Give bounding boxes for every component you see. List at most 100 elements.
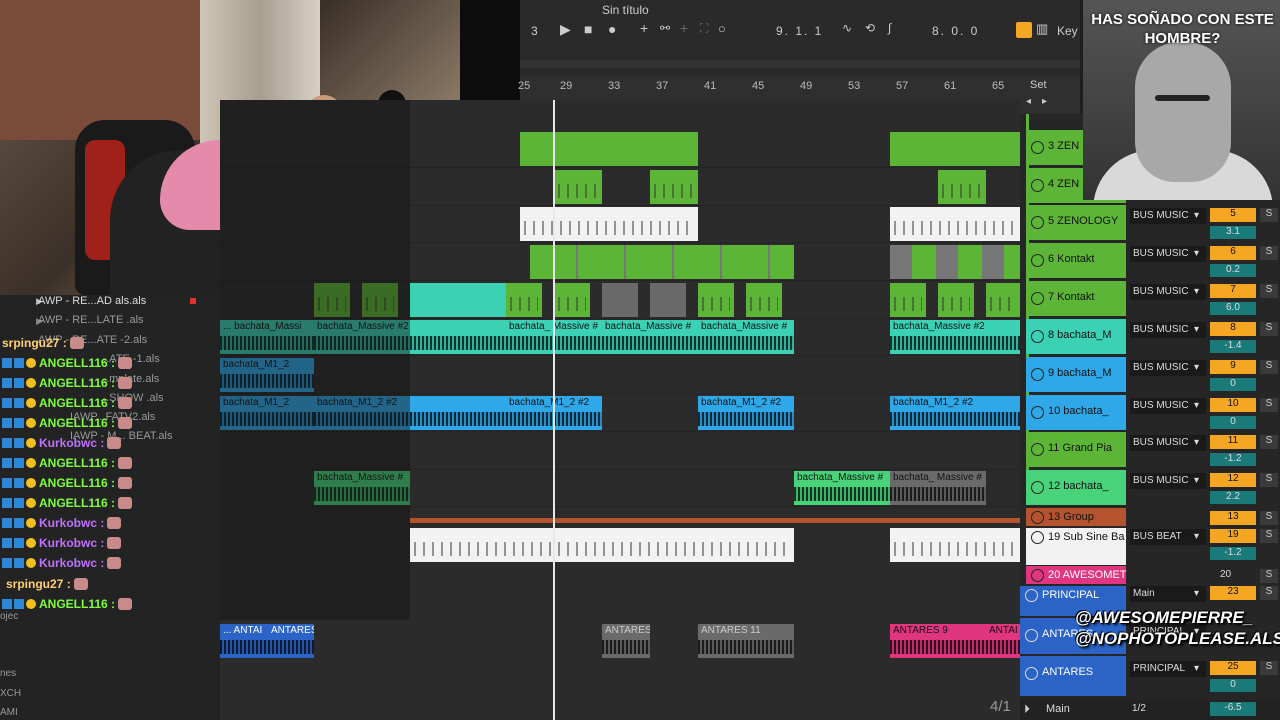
track-number[interactable]: 13 <box>1210 511 1256 525</box>
solo-button[interactable]: S <box>1260 511 1278 525</box>
solo-button[interactable]: S <box>1260 208 1278 222</box>
track-header[interactable]: 5 ZENOLOGY <box>1026 205 1126 240</box>
audio-clip[interactable]: ANTARES <box>268 624 314 658</box>
output-select[interactable]: BUS MUSIC ▾ <box>1130 322 1206 338</box>
solo-button[interactable]: S <box>1260 661 1278 675</box>
track-volume[interactable]: -1.2 <box>1210 547 1256 560</box>
track-volume[interactable]: 2.2 <box>1210 491 1256 504</box>
track-header[interactable]: 9 bachata_M <box>1026 357 1126 392</box>
solo-button[interactable]: S <box>1260 473 1278 487</box>
midi-clip[interactable] <box>890 132 1020 166</box>
key-button[interactable]: Key <box>1057 24 1078 38</box>
midi-clip[interactable] <box>520 132 698 166</box>
track-number[interactable]: 7 <box>1210 284 1256 298</box>
track-header[interactable]: 19 Sub Sine Ba <box>1026 528 1126 565</box>
midi-clip[interactable] <box>938 283 974 317</box>
resize-icon[interactable]: ⛶ <box>700 21 708 36</box>
file-item[interactable]: AWP - RE...LATE .als <box>38 314 144 326</box>
solo-button[interactable]: S <box>1260 322 1278 336</box>
output-select[interactable]: BUS MUSIC ▾ <box>1130 360 1206 376</box>
stop-icon[interactable]: ■ <box>584 21 592 37</box>
track-number[interactable]: 12 <box>1210 473 1256 487</box>
midi-clip[interactable] <box>520 207 698 241</box>
solo-button[interactable]: S <box>1260 284 1278 298</box>
midi-clip[interactable] <box>650 283 686 317</box>
track-header[interactable]: 7 Kontakt <box>1026 281 1126 316</box>
plus-disabled-icon[interactable]: + <box>680 20 688 36</box>
loop-icon[interactable]: ⟲ <box>865 21 875 35</box>
midi-clip[interactable] <box>890 207 1020 241</box>
solo-button[interactable]: S <box>1260 529 1278 543</box>
track-volume[interactable]: 0 <box>1210 416 1256 429</box>
track-volume[interactable]: 6.0 <box>1210 302 1256 315</box>
output-select[interactable]: BUS MUSIC ▾ <box>1130 398 1206 414</box>
midi-clip[interactable] <box>890 245 1020 279</box>
midi-clip[interactable] <box>890 283 926 317</box>
track-volume[interactable]: 0 <box>1210 679 1256 692</box>
track-number[interactable]: 19 <box>1210 529 1256 543</box>
audio-clip[interactable]: bachata_Massive # <box>698 320 794 354</box>
track-number[interactable]: 11 <box>1210 435 1256 449</box>
track-number[interactable]: 23 <box>1210 586 1256 600</box>
output-select[interactable]: BUS MUSIC ▾ <box>1130 246 1206 262</box>
solo-button[interactable]: S <box>1260 435 1278 449</box>
track-number[interactable]: 25 <box>1210 661 1256 675</box>
group-clip[interactable] <box>410 518 1020 523</box>
nav-right-icon[interactable]: ▸ <box>1042 96 1047 107</box>
track-number[interactable]: 20 <box>1220 569 1231 580</box>
track-number[interactable]: 9 <box>1210 360 1256 374</box>
track-header[interactable]: 12 bachata_ <box>1026 470 1126 505</box>
midi-clip[interactable] <box>458 283 506 317</box>
track-header[interactable]: 20 AWESOMET <box>1026 566 1126 584</box>
audio-clip[interactable]: bachata_Massive # <box>602 320 698 354</box>
midi-clip[interactable] <box>746 283 782 317</box>
solo-button[interactable]: S <box>1260 246 1278 260</box>
midi-clip[interactable] <box>986 283 1020 317</box>
audio-clip[interactable]: bachata_ Massive # <box>890 471 986 505</box>
output-select[interactable]: BUS MUSIC ▾ <box>1130 284 1206 300</box>
midi-clip[interactable] <box>530 245 794 279</box>
output-select[interactable]: BUS MUSIC ▾ <box>1130 435 1206 451</box>
track-number[interactable]: 8 <box>1210 322 1256 336</box>
midi-clip[interactable] <box>890 528 1020 562</box>
pencil-icon[interactable] <box>1016 22 1032 38</box>
master-ratio[interactable]: 1/2 <box>1132 703 1146 714</box>
track-volume[interactable]: 0 <box>1210 378 1256 391</box>
track-number[interactable]: 5 <box>1210 208 1256 222</box>
audio-clip[interactable]: ANTARES <box>602 624 650 658</box>
midi-clip[interactable] <box>554 283 590 317</box>
midi-clip[interactable] <box>506 283 542 317</box>
audio-clip[interactable]: ... ANTAI <box>220 624 268 658</box>
master-volume[interactable]: -6.5 <box>1210 702 1256 716</box>
midi-clip[interactable] <box>602 283 638 317</box>
record-icon[interactable]: ● <box>608 21 616 37</box>
output-select[interactable]: BUS MUSIC ▾ <box>1130 208 1206 224</box>
add-icon[interactable]: + <box>640 20 648 36</box>
track-header[interactable]: 10 bachata_ <box>1026 395 1126 430</box>
midi-clip[interactable] <box>698 283 734 317</box>
midi-clip[interactable] <box>410 283 458 317</box>
audio-clip[interactable]: ANTARES 11 <box>698 624 794 658</box>
track-header[interactable]: 11 Grand Pia <box>1026 432 1126 467</box>
track-number[interactable]: 6 <box>1210 246 1256 260</box>
audio-clip[interactable]: bachata_Massive #2 <box>890 320 1020 354</box>
track-volume[interactable]: -1.2 <box>1210 453 1256 466</box>
output-select[interactable]: Main ▾ <box>1130 586 1206 602</box>
midi-clip[interactable] <box>410 528 794 562</box>
song-position[interactable]: 9. 1. 1 <box>776 24 823 38</box>
loop-length[interactable]: 8. 0. 0 <box>932 24 979 38</box>
midi-clip[interactable] <box>554 170 602 204</box>
output-select[interactable]: BUS MUSIC ▾ <box>1130 473 1206 489</box>
output-select[interactable]: PRINCIPAL ▾ <box>1130 661 1206 677</box>
solo-button[interactable]: S <box>1260 586 1278 600</box>
midi-clip[interactable] <box>650 170 698 204</box>
timeline-ruler[interactable]: 25 29 33 37 41 45 49 53 57 61 65 <box>518 76 1020 101</box>
play-icon[interactable]: ▶ <box>560 21 571 38</box>
playhead[interactable] <box>553 100 555 720</box>
track-header[interactable]: 8 bachata_M <box>1026 319 1126 354</box>
file-item[interactable]: AWP - RE...AD als.als <box>38 295 146 307</box>
audio-clip[interactable]: bachata_Massive # <box>794 471 890 505</box>
solo-button[interactable]: S <box>1260 360 1278 374</box>
audio-clip[interactable]: bachata_M1_2 #2 <box>890 396 1020 430</box>
piano-icon[interactable]: ▥ <box>1036 21 1048 37</box>
